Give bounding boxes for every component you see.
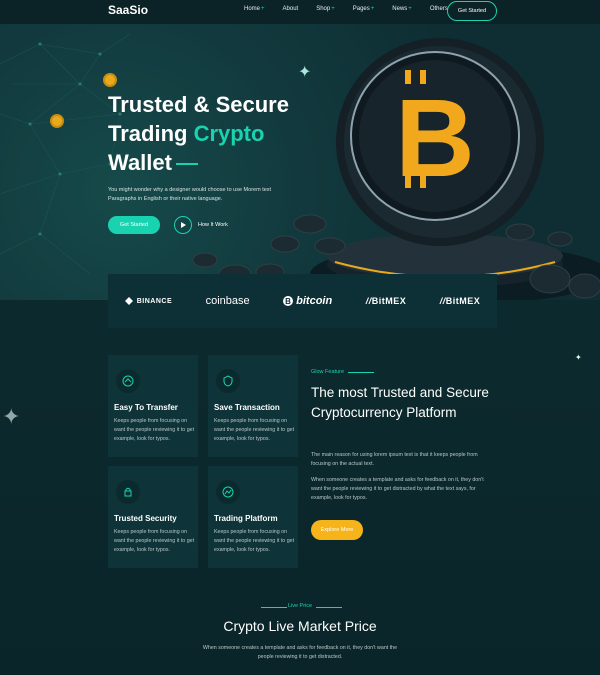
partner-name: BitMEX — [445, 296, 481, 306]
menu-label: Pages — [352, 6, 370, 12]
small-gold-coin-icon — [50, 114, 64, 128]
menu-label: About — [282, 6, 299, 12]
hero-title-text: Trading — [108, 121, 194, 146]
hero-description: You might wonder why a designer would ch… — [108, 187, 272, 202]
page: SaaSio Home + About Shop + Pages + News + Ot… — [0, 0, 600, 675]
hero-title-accent: Crypto — [193, 121, 265, 146]
hero-title-line: Trading Crypto — [108, 119, 328, 148]
partner-logo-bitcoin: B bitcoin — [283, 295, 332, 307]
partner-name: BitMEX — [371, 296, 407, 306]
feature-card-text: Keeps people from focusing on want the p… — [114, 418, 195, 442]
menu-label: Home — [244, 6, 261, 12]
partner-logos-bar: BINANCE coinbase B bitcoin //BitMEX //Bi… — [108, 274, 497, 328]
partner-name: coinbase — [205, 295, 250, 307]
feature-card-text: Keeps people from focusing on want the p… — [214, 418, 295, 442]
plus-icon: + — [370, 6, 375, 12]
nav-get-started-button[interactable]: Get Started — [447, 1, 497, 21]
feature-card-title: Save Transaction — [214, 403, 280, 412]
how-it-work-link[interactable]: How It Work — [174, 216, 228, 234]
lock-icon — [116, 480, 140, 504]
explore-more-button[interactable]: Explore More — [311, 520, 363, 540]
feature-card-title: Easy To Transfer — [114, 403, 178, 412]
partner-name: BINANCE — [136, 297, 173, 305]
section-paragraph: When someone creates a template and asks… — [202, 645, 398, 660]
feature-card: Trusted Security Keeps people from focus… — [108, 466, 198, 568]
hero-title-text: Wallet — [108, 150, 172, 175]
menu-item-about[interactable]: About — [283, 6, 299, 12]
main-menu: Home+ About Shop+ Pages+ News+ Others+ — [244, 6, 470, 12]
partner-logo-coinbase: coinbase — [206, 295, 250, 307]
section-paragraph: When someone creates a template and asks… — [311, 477, 484, 501]
hero-title-line: Wallet — [108, 148, 328, 177]
partner-name: bitcoin — [296, 295, 333, 307]
hero-get-started-button[interactable]: Get Started — [108, 216, 160, 234]
partner-logo-bitmex: //BitMEX — [440, 296, 481, 306]
menu-label: News — [392, 6, 408, 12]
feature-card-title: Trading Platform — [214, 514, 278, 523]
sparkle-icon: ✦ — [2, 404, 21, 429]
menu-item-pages[interactable]: Pages + — [353, 6, 375, 12]
small-gold-coin-icon — [103, 73, 117, 87]
partner-logo-bitmex: //BitMEX — [366, 296, 407, 306]
hero-title-line: Trusted & Secure — [108, 92, 289, 117]
tag-underline — [348, 372, 374, 373]
feature-card: Trading Platform Keeps people from focus… — [208, 466, 298, 568]
sparkle-icon: ✦ — [575, 353, 582, 362]
transfer-icon — [116, 369, 140, 393]
feature-card: Easy To Transfer Keeps people from focus… — [108, 355, 198, 457]
sparkle-icon: ✦ — [298, 64, 312, 81]
section-title: The most Trusted and Secure Cryptocurren… — [311, 385, 489, 420]
section-tag: Glow Feature — [311, 369, 345, 375]
top-navbar: SaaSio Home + About Shop + Pages + News + Ot… — [0, 0, 600, 24]
menu-item-shop[interactable]: Shop + — [316, 6, 335, 12]
plus-icon: + — [408, 6, 412, 12]
play-icon[interactable] — [174, 216, 192, 234]
hero-title: Trusted & Secure Trading Crypto Wallet — [108, 90, 328, 177]
shield-icon — [216, 369, 240, 393]
how-it-work-label: How It Work — [198, 222, 228, 228]
feature-card-text: Keeps people from focusing on want the p… — [214, 529, 295, 553]
plus-icon: + — [331, 6, 335, 12]
section-tag: Live Price — [287, 603, 313, 609]
svg-text:B: B — [285, 297, 291, 306]
tag-line-right — [316, 607, 342, 608]
site-logo[interactable]: SaaSio — [108, 3, 148, 17]
feature-card-text: Keeps people from focusing on want the p… — [114, 529, 195, 553]
feature-card: Save Transaction Keeps people from focus… — [208, 355, 298, 457]
section-paragraph: The main reason for using lorem ipsum te… — [311, 452, 478, 467]
plus-icon: + — [261, 6, 265, 12]
section-title: Crypto Live Market Price — [223, 618, 377, 634]
bitcoin-icon: B — [283, 296, 294, 306]
partner-logo-binance: BINANCE — [124, 297, 173, 305]
binance-icon — [124, 297, 133, 305]
menu-label: Others — [429, 6, 448, 12]
title-underline-decoration — [175, 163, 198, 166]
menu-label: Shop — [316, 6, 331, 12]
hero-section: B ✦ Trusted & Secure Trading Crypto Wall… — [0, 24, 600, 300]
menu-item-news[interactable]: News + — [392, 6, 412, 12]
feature-card-title: Trusted Security — [114, 514, 177, 523]
trading-icon — [216, 480, 240, 504]
menu-item-home[interactable]: Home + — [244, 6, 265, 12]
